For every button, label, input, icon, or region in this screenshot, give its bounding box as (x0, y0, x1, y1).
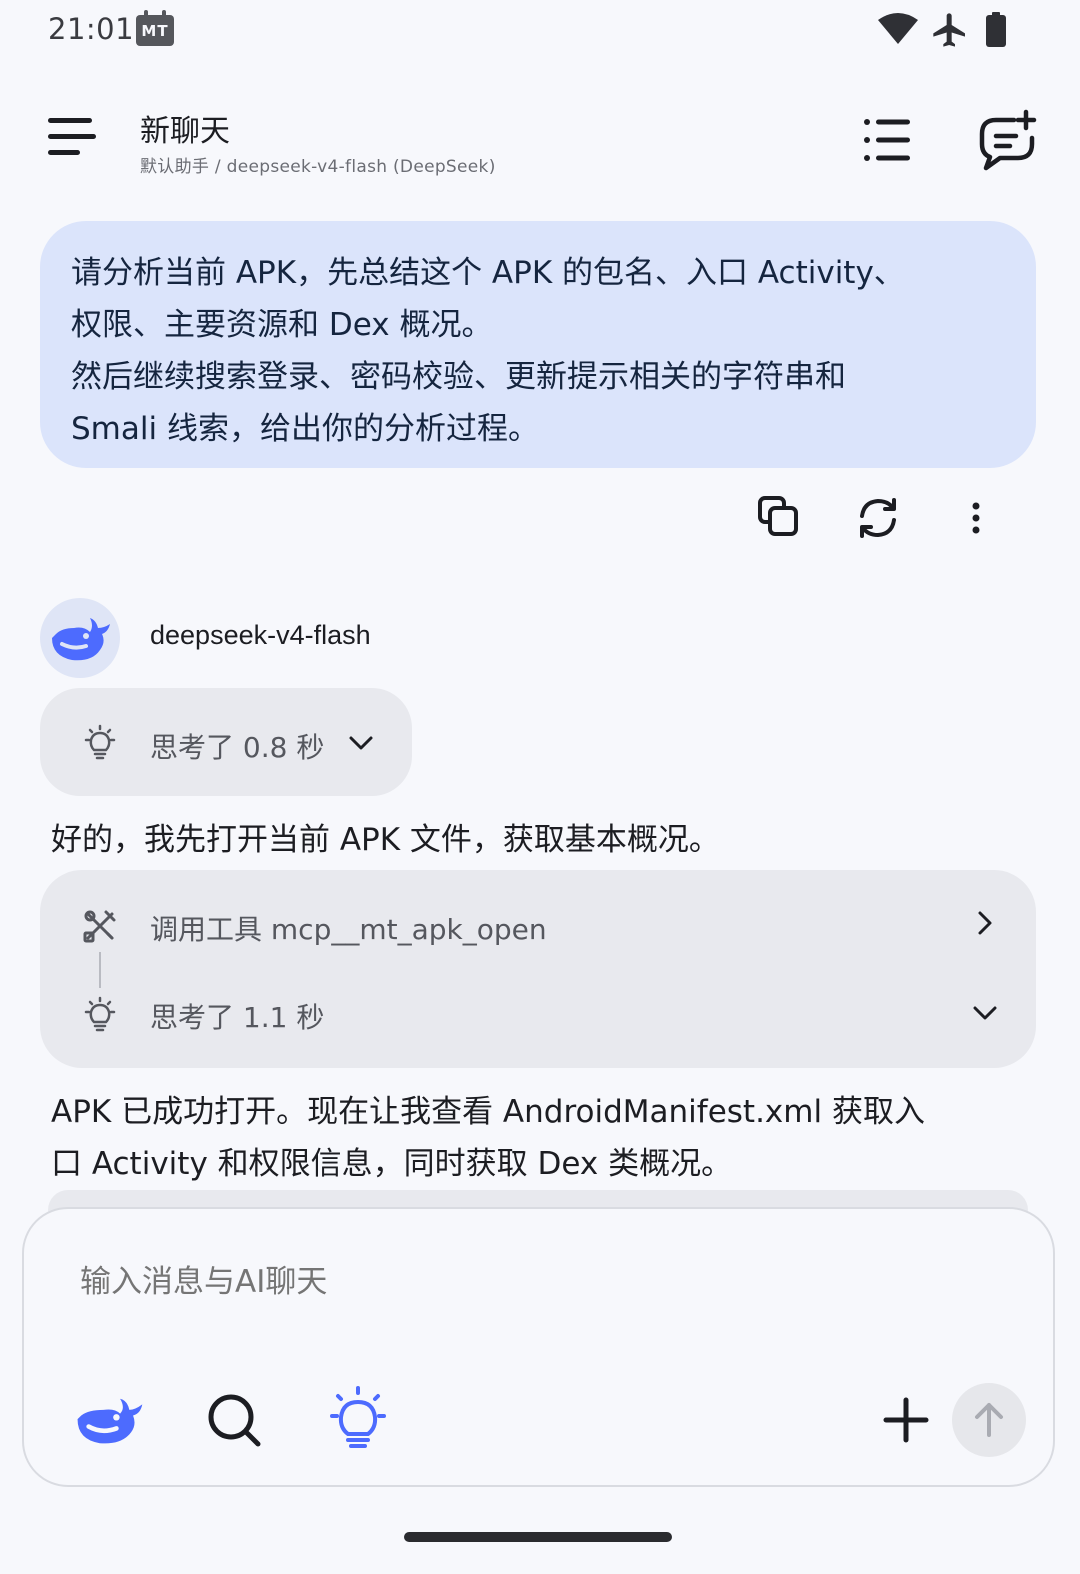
status-time: 21:01 (48, 12, 135, 46)
model-subtitle[interactable]: 默认助手 / deepseek-v4-flash (DeepSeek) (140, 152, 496, 177)
tool-call-card[interactable]: 调用工具 mcp__mt_apk_open 思考了 1.1 秒 (40, 870, 1036, 1068)
tool-call-label: 调用工具 mcp__mt_apk_open (150, 913, 547, 946)
wifi-icon (876, 12, 920, 46)
chevron-down-icon (970, 998, 1000, 1028)
tools-icon (82, 908, 118, 944)
chevron-right-icon (970, 908, 1000, 938)
user-message-line: 权限、主要资源和 Dex 概况。 (71, 307, 493, 343)
message-input[interactable] (80, 1264, 780, 1300)
thinking-toggle[interactable]: 思考了 0.8 秒 (40, 688, 412, 796)
add-icon[interactable] (870, 1384, 942, 1456)
chevron-down-icon (346, 728, 376, 758)
assistant-reply-text: 好的，我先打开当前 APK 文件，获取基本概况。 (51, 822, 720, 858)
assistant-reply-text: APK 已成功打开。现在让我查看 AndroidManifest.xml 获取入 (51, 1094, 925, 1130)
lightbulb-icon (82, 724, 118, 760)
user-message-bubble[interactable]: 请分析当前 APK，先总结这个 APK 的包名、入口 Activity、 权限、… (40, 221, 1036, 468)
user-message-line: 然后继续搜索登录、密码校验、更新提示相关的字符串和 (71, 359, 846, 395)
timeline-connector (99, 952, 101, 988)
page-title: 新聊天 (140, 114, 230, 149)
new-chat-icon[interactable] (974, 108, 1040, 174)
regenerate-icon[interactable] (852, 492, 904, 544)
reasoning-lightbulb-icon[interactable] (322, 1384, 394, 1456)
more-vert-icon[interactable] (950, 492, 1002, 544)
send-button[interactable] (952, 1383, 1026, 1457)
list-icon[interactable] (858, 110, 918, 170)
battery-icon (984, 12, 1008, 48)
mt-notification-icon: MT (136, 10, 174, 46)
menu-button[interactable] (44, 110, 100, 166)
assistant-reply-text: 口 Activity 和权限信息，同时获取 Dex 类概况。 (51, 1146, 733, 1182)
deepseek-avatar (40, 598, 120, 678)
user-message-line: Smali 线索，给出你的分析过程。 (71, 411, 539, 447)
airplane-icon (930, 10, 970, 50)
user-message-line: 请分析当前 APK，先总结这个 APK 的包名、入口 Activity、 (71, 255, 905, 291)
assistant-model-name: deepseek-v4-flash (150, 620, 371, 650)
thinking-duration: 思考了 1.1 秒 (150, 1001, 325, 1034)
thinking-duration: 思考了 0.8 秒 (150, 731, 325, 764)
copy-icon[interactable] (752, 492, 804, 544)
home-indicator[interactable] (404, 1532, 672, 1542)
deepseek-model-icon[interactable] (72, 1384, 144, 1456)
lightbulb-icon (82, 996, 118, 1032)
search-icon[interactable] (198, 1384, 270, 1456)
